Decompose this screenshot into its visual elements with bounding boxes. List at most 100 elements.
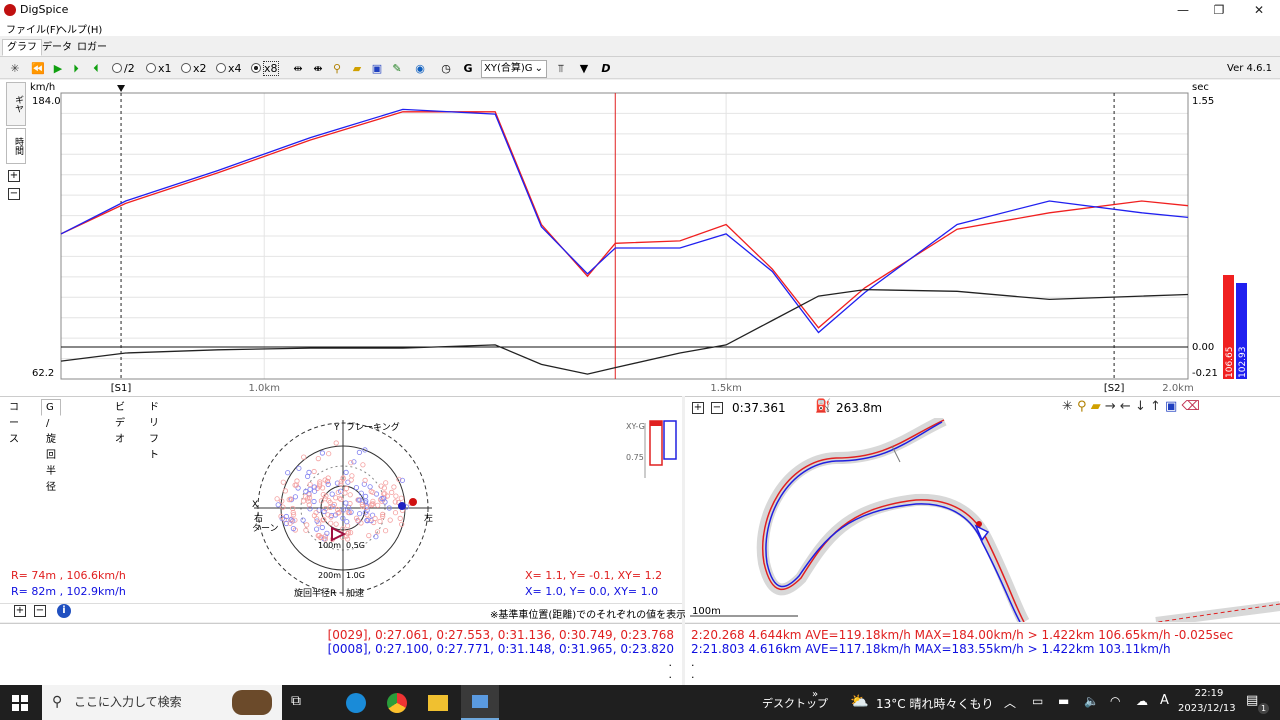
file-explorer-icon[interactable] — [428, 695, 448, 711]
arrow-up-icon[interactable]: ↑ — [1150, 399, 1161, 414]
weather-text[interactable]: 13°C 晴れ時々くもり — [876, 695, 993, 712]
speed-x4-radio[interactable]: x4 — [216, 60, 242, 77]
info-icon[interactable]: i — [57, 604, 71, 618]
gg-sample-point — [333, 440, 339, 446]
lap-info-blue: 2:21.803 4.616km AVE=117.18km/h MAX=183.… — [691, 642, 1171, 656]
reset-icon[interactable]: ✳ — [1062, 399, 1073, 414]
gg-sample-point — [366, 533, 372, 539]
clock-date[interactable]: 2023/12/13 — [1178, 703, 1236, 714]
search-icon: ⚲ — [52, 694, 63, 710]
graph-mode-select[interactable]: XY(合算)G ⌄ — [481, 60, 547, 78]
sector-s2-label: [S2] — [1104, 383, 1125, 394]
tab-graph[interactable]: グラフ — [2, 39, 42, 56]
gg-sample-point — [301, 454, 307, 460]
d-icon[interactable]: D — [598, 60, 614, 77]
minimize-button[interactable]: — — [1164, 0, 1202, 20]
chevron-up-icon[interactable]: ︿ — [1004, 694, 1016, 711]
gg-sample-point — [353, 485, 360, 491]
reset-icon[interactable]: ✳ — [7, 60, 23, 77]
gg-sample-point — [391, 484, 397, 490]
chrome-icon[interactable] — [387, 693, 407, 713]
toolbar: ✳ ⏪ ▶ ⏵ ⏴ /2 x1 x2 x4 x8 ⇹ ⇼ ⚲ ▰ ▣ ✎ ◉ ◷… — [0, 58, 1280, 79]
gg-sample-point — [319, 524, 325, 531]
tab-video[interactable]: ビデオ — [110, 399, 130, 445]
cursor-text-icon[interactable]: ⫪ — [553, 60, 569, 77]
zoom-icon[interactable]: ⚲ — [329, 60, 345, 77]
close-button[interactable]: ✕ — [1240, 0, 1278, 20]
expand-horizontal-icon[interactable]: ⇹ — [290, 60, 306, 77]
globe-icon[interactable]: ◉ — [412, 60, 428, 77]
y-zero-right: 0.00 — [1192, 342, 1214, 353]
y-min-left: 62.2 — [32, 368, 54, 379]
eraser-icon[interactable]: ⌫ — [1181, 399, 1199, 414]
volume-icon[interactable]: 🔈 — [1084, 694, 1099, 708]
gg-sample-point — [367, 484, 373, 490]
window-title: DigSpice — [20, 3, 69, 16]
restore-button[interactable]: ❐ — [1200, 0, 1238, 20]
y-max-right: 1.55 — [1192, 96, 1214, 107]
tab-g-radius[interactable]: G / 旋回半径 — [41, 399, 61, 493]
windows-start-icon[interactable] — [12, 695, 28, 711]
cloud-icon[interactable]: ☁ — [1136, 694, 1148, 708]
gg-200m-label: 200m — [318, 571, 341, 580]
zoom-in-icon[interactable]: + — [14, 605, 26, 617]
arrow-left-icon[interactable]: ← — [1120, 399, 1131, 414]
wifi-icon[interactable]: ◠ — [1110, 694, 1120, 708]
shrink-horizontal-icon[interactable]: ⇼ — [310, 60, 326, 77]
xyg-meter: XY-G 0.75 — [626, 420, 677, 478]
gg-sample-point — [326, 451, 332, 457]
digspice-taskbar-button[interactable] — [461, 685, 499, 720]
task-view-icon[interactable]: ⧉ — [291, 693, 301, 709]
start-pane — [12, 695, 19, 702]
rewind-icon[interactable]: ⏪ — [30, 60, 46, 77]
s1-marker-icon[interactable] — [117, 85, 126, 92]
tab-course[interactable]: コース — [4, 399, 24, 445]
weather-icon[interactable]: ⛅ — [850, 692, 869, 710]
clock-time[interactable]: 22:19 — [1186, 688, 1232, 699]
tab-data[interactable]: データ — [37, 39, 77, 56]
lap-red[interactable]: [0029], 0:27.061, 0:27.553, 0:31.136, 0:… — [328, 628, 674, 642]
gg-point-blue — [398, 502, 406, 510]
ime-indicator[interactable]: A — [1160, 693, 1169, 708]
speed-x2-radio[interactable]: x2 — [181, 60, 207, 77]
open-folder-icon[interactable]: ▰ — [349, 60, 365, 77]
clock-icon[interactable]: ◷ — [438, 60, 454, 77]
speed-x8-radio[interactable]: x8 — [251, 60, 279, 77]
gg-sample-point — [311, 498, 317, 505]
taskbar: ⚲ ここに入力して検索 ⧉ デスクトップ » ⛅ 13°C 晴れ時々くもり ︿ … — [0, 685, 1280, 720]
marker-icon[interactable]: ✎ — [389, 60, 405, 77]
meet-icon[interactable]: ▭ — [1032, 694, 1043, 708]
gg-sample-point — [343, 500, 349, 506]
map-distance-icon: ⛽ — [815, 399, 832, 414]
speed-half-radio[interactable]: /2 — [112, 60, 135, 77]
lap-blue[interactable]: [0008], 0:27.100, 0:27.771, 0:31.148, 0:… — [328, 642, 674, 656]
x-tick-label: 1.5km — [710, 383, 741, 394]
zoom-out-icon[interactable]: − — [711, 402, 723, 414]
speed-x1-radio[interactable]: x1 — [146, 60, 172, 77]
zoom-out-icon[interactable]: − — [34, 605, 46, 617]
chevron-down-icon: ⌄ — [534, 63, 543, 74]
arrow-down-icon[interactable]: ↓ — [1135, 399, 1146, 414]
notification-icon[interactable]: ▤ — [1246, 693, 1258, 708]
gg-sample-point — [325, 481, 331, 488]
step-forward-icon[interactable]: ⏵ — [68, 60, 84, 77]
menu-help[interactable]: ヘルプ(H) — [57, 21, 102, 36]
menu-file[interactable]: ファイル(F) — [6, 21, 60, 36]
tab-logger[interactable]: ロガー — [72, 39, 112, 56]
zoom-in-icon[interactable]: + — [692, 402, 704, 414]
play-icon[interactable]: ▶ — [50, 60, 66, 77]
down-triangle-icon[interactable]: ▼ — [576, 60, 592, 77]
step-back-icon[interactable]: ⏴ — [88, 60, 104, 77]
battery-icon[interactable]: ▬ — [1058, 694, 1069, 708]
zoom-icon[interactable]: ⚲ — [1077, 399, 1087, 414]
open-folder-icon[interactable]: ▰ — [1091, 399, 1101, 414]
gg-sample-point — [392, 510, 399, 516]
tab-drift[interactable]: ドリフト — [144, 399, 164, 461]
edge-icon[interactable] — [346, 693, 366, 713]
save-icon[interactable]: ▣ — [1165, 399, 1177, 414]
chevron-right-icon[interactable]: » — [812, 689, 818, 700]
save-icon[interactable]: ▣ — [369, 60, 385, 77]
g-button[interactable]: G — [460, 60, 476, 77]
gg-10g-label: 1.0G — [346, 571, 365, 580]
arrow-right-icon[interactable]: → — [1105, 399, 1116, 414]
